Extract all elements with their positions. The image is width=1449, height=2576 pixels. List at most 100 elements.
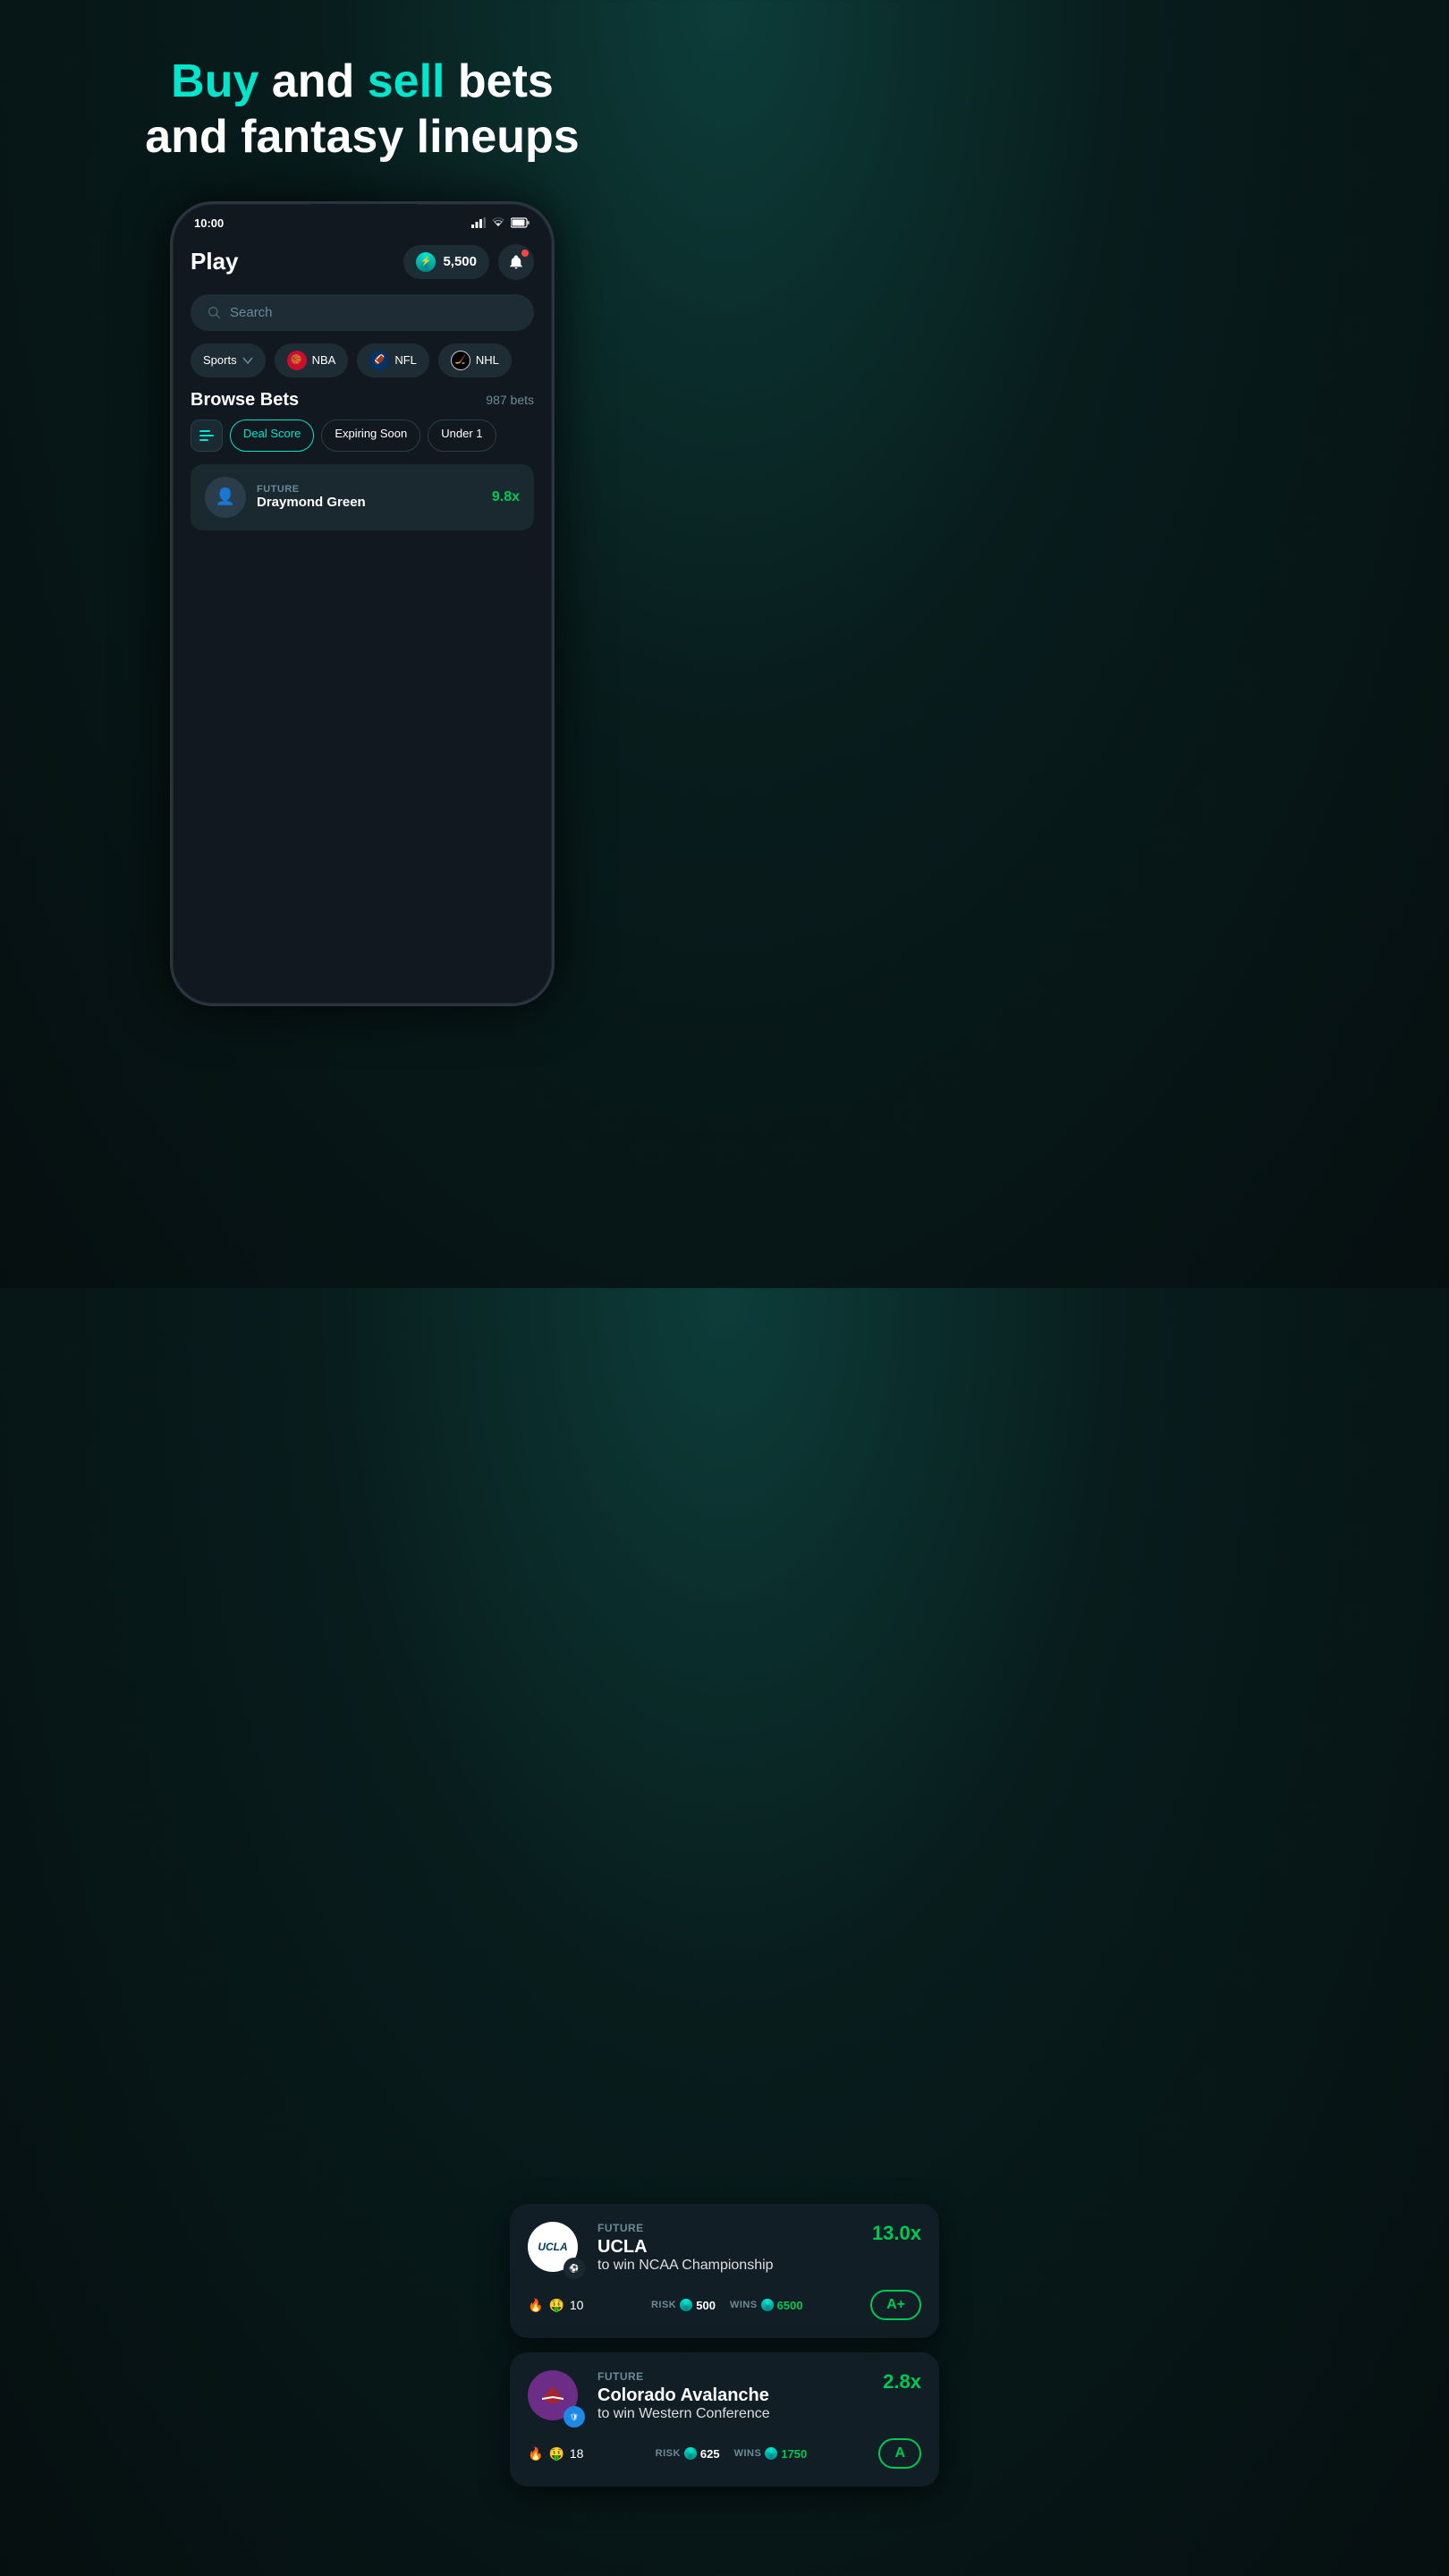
wins-pair-2: WINS 1750 — [734, 2447, 808, 2461]
card-left-1: UCLA ⚽ FUTURE UCLA to win NCAA Champions… — [528, 2222, 774, 2279]
card-bet-type-2: FUTURE — [597, 2370, 770, 2383]
bet-card-ucla[interactable]: UCLA ⚽ FUTURE UCLA to win NCAA Champions… — [510, 2204, 939, 2338]
battery-icon — [511, 217, 530, 228]
nhl-logo: 🏒 — [451, 351, 470, 370]
signal-icon — [471, 217, 486, 228]
bet-card-avalanche[interactable]: 🛡 FUTURE Colorado Avalanche to win Weste… — [510, 2352, 939, 2487]
coin-small-risk-2 — [684, 2447, 697, 2460]
sport-filter-nfl[interactable]: 🏈 NFL — [357, 343, 429, 377]
sport-filter-sports[interactable]: Sports — [191, 343, 266, 377]
notification-button[interactable] — [498, 244, 534, 280]
emoji2-1: 🤑 — [548, 2298, 564, 2313]
wins-value-1: 6500 — [777, 2299, 803, 2312]
filter-chip-under[interactable]: Under 1 — [428, 419, 496, 452]
coins-badge[interactable]: ⚡ 5,500 — [403, 245, 489, 279]
risk-wins-1: RISK 500 WINS 6500 — [651, 2299, 803, 2312]
status-time: 10:00 — [194, 216, 224, 230]
coin-small-wins-2 — [765, 2447, 777, 2460]
avs-badge: 🛡 — [564, 2406, 585, 2428]
card-bottom-row-2: 🔥 🤑 18 RISK 625 WINS 1750 A — [528, 2438, 921, 2469]
preview-bet-card[interactable]: 👤 FUTURE Draymond Green 9.8x — [191, 464, 534, 530]
sport-filter-nba[interactable]: 🏀 NBA — [275, 343, 349, 377]
wins-value-2: 1750 — [781, 2447, 807, 2461]
filter-chip-deal-score-label: Deal Score — [243, 427, 301, 440]
emoji-count-1: 🔥 🤑 10 — [528, 2298, 583, 2313]
sport-filters: Sports 🏀 NBA 🏈 NFL 🏒 NHL — [173, 343, 552, 390]
risk-wins-2: RISK 625 WINS 1750 — [656, 2447, 808, 2461]
filter-chip-under-label: Under 1 — [441, 427, 482, 440]
nba-label: NBA — [312, 353, 336, 367]
preview-bet-type: FUTURE — [257, 484, 481, 495]
card-bet-name-2: Colorado Avalanche — [597, 2385, 770, 2406]
card-bet-info-2: FUTURE Colorado Avalanche to win Western… — [597, 2370, 770, 2422]
search-bar[interactable]: Search — [191, 294, 534, 331]
count-2: 18 — [570, 2446, 584, 2461]
grade-badge-2[interactable]: A — [878, 2438, 921, 2469]
app-header: Play ⚡ 5,500 — [173, 237, 552, 291]
risk-label-2: RISK — [656, 2448, 681, 2459]
wifi-icon — [491, 217, 505, 228]
team-logo-container-ucla: UCLA ⚽ — [528, 2222, 585, 2279]
filter-chip-expiring-soon[interactable]: Expiring Soon — [321, 419, 420, 452]
notification-dot — [521, 250, 529, 257]
card-bet-name-1: UCLA — [597, 2236, 774, 2258]
preview-bet-info: FUTURE Draymond Green — [257, 484, 481, 510]
risk-pair-1: RISK 500 — [651, 2299, 716, 2312]
filter-chip-deal-score[interactable]: Deal Score — [230, 419, 314, 452]
card-bottom-row-1: 🔥 🤑 10 RISK 500 WINS 6500 A+ — [528, 2290, 921, 2320]
hero-line1: Buy and sell bets — [145, 54, 579, 109]
wins-pair-1: WINS 6500 — [730, 2299, 803, 2312]
filter-chip-expiring-soon-label: Expiring Soon — [335, 427, 407, 440]
coins-value: 5,500 — [443, 254, 477, 269]
card-left-2: 🛡 FUTURE Colorado Avalanche to win Weste… — [528, 2370, 770, 2428]
sport-filter-sports-label: Sports — [203, 353, 237, 367]
bell-icon — [508, 254, 524, 270]
hero-section: Buy and sell bets and fantasy lineups — [109, 54, 614, 165]
hero-line2: and fantasy lineups — [145, 109, 579, 165]
emoji2-2: 🤑 — [548, 2446, 564, 2462]
coin-small-risk-1 — [680, 2299, 692, 2311]
chevron-down-icon — [242, 357, 253, 364]
filter-icon-button[interactable] — [191, 419, 223, 452]
grade-badge-1[interactable]: A+ — [870, 2290, 921, 2320]
wins-label-2: WINS — [734, 2448, 762, 2459]
coin-icon: ⚡ — [416, 252, 436, 272]
hero-buy: Buy — [171, 55, 258, 107]
browse-header: Browse Bets 987 bets — [173, 390, 552, 419]
phone-frame: 10:00 — [170, 201, 555, 1006]
card-top-row-2: 🛡 FUTURE Colorado Avalanche to win Weste… — [528, 2370, 921, 2428]
sport-filter-nhl[interactable]: 🏒 NHL — [438, 343, 512, 377]
status-icons — [471, 217, 530, 228]
team-logo-container-avs: 🛡 — [528, 2370, 585, 2428]
emoji1-2: 🔥 — [528, 2446, 543, 2462]
browse-title: Browse Bets — [191, 390, 299, 411]
filter-lines-icon — [199, 430, 214, 441]
risk-pair-2: RISK 625 — [656, 2447, 720, 2461]
risk-label-1: RISK — [651, 2300, 676, 2310]
preview-bet-name: Draymond Green — [257, 495, 481, 510]
phone-mockup: 10:00 — [170, 201, 555, 1006]
nhl-label: NHL — [476, 353, 499, 367]
card-bet-info-1: FUTURE UCLA to win NCAA Championship — [597, 2222, 774, 2274]
filter-chips: Deal Score Expiring Soon Under 1 — [173, 419, 552, 464]
floating-cards: UCLA ⚽ FUTURE UCLA to win NCAA Champions… — [510, 2204, 939, 2487]
card-bet-desc-2: to win Western Conference — [597, 2406, 770, 2422]
emoji1-1: 🔥 — [528, 2298, 543, 2313]
card-bet-desc-1: to win NCAA Championship — [597, 2258, 774, 2274]
search-icon — [207, 305, 221, 319]
nfl-logo: 🏈 — [369, 351, 389, 370]
risk-value-2: 625 — [700, 2447, 720, 2461]
phone-notch — [309, 204, 416, 229]
risk-value-1: 500 — [696, 2299, 716, 2312]
count-1: 10 — [570, 2298, 584, 2312]
bets-count: 987 bets — [486, 393, 534, 407]
search-placeholder: Search — [230, 305, 273, 320]
card-multiplier-2: 2.8x — [883, 2370, 921, 2394]
preview-bet-multiplier: 9.8x — [492, 489, 520, 505]
app-title: Play — [191, 248, 239, 275]
card-bet-type-1: FUTURE — [597, 2222, 774, 2234]
wins-label-1: WINS — [730, 2300, 758, 2310]
nba-logo: 🏀 — [287, 351, 307, 370]
emoji-count-2: 🔥 🤑 18 — [528, 2446, 583, 2462]
nfl-label: NFL — [394, 353, 417, 367]
